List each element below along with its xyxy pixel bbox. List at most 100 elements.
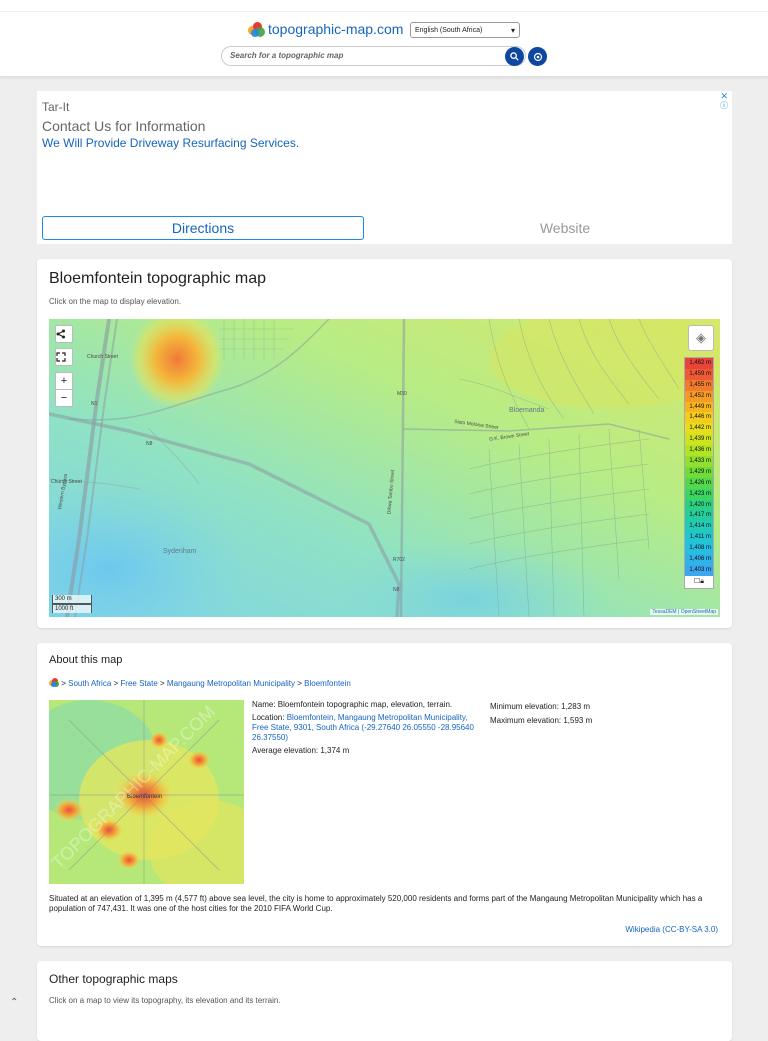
lock-icon: 🔒︎	[700, 577, 704, 585]
breadcrumb-item[interactable]: Free State	[120, 679, 157, 688]
legend-entry: 1,429 m	[685, 466, 713, 478]
info-min-elevation: Minimum elevation: 1,283 m	[490, 702, 591, 711]
header-top-divider	[0, 11, 768, 12]
thumbnail-canvas[interactable]: Bloemfontein TOPOGRAPHIC-MAP.COM	[49, 700, 244, 884]
breadcrumb-separator: >	[113, 679, 119, 688]
chevron-down-icon: ▾	[510, 26, 515, 35]
breadcrumb-item[interactable]: Bloemfontein	[304, 679, 351, 688]
ad-description[interactable]: We Will Provide Driveway Resurfacing Ser…	[42, 136, 299, 150]
map-thumbnail[interactable]: Bloemfontein TOPOGRAPHIC-MAP.COM	[49, 700, 244, 884]
fullscreen-icon	[56, 352, 66, 362]
ad-headline[interactable]: Contact Us for Information	[42, 118, 205, 134]
label-m30: M30	[397, 391, 407, 397]
layers-icon: ◈	[696, 330, 706, 345]
site-name: topographic-map.com	[268, 21, 404, 37]
breadcrumb-separator: >	[160, 679, 165, 688]
advertisement[interactable]: Tar-It Contact Us for Information We Wil…	[37, 91, 732, 244]
site-logo[interactable]: topographic-map.com	[248, 21, 403, 37]
map-canvas[interactable]	[49, 319, 720, 617]
map-elevation-stats: Minimum elevation: 1,283 m Maximum eleva…	[490, 700, 720, 728]
topographic-map[interactable]: Church Street Church Street N1 N8 M30 R7…	[49, 319, 720, 617]
legend-entry: 1,452 m	[685, 390, 713, 402]
search-icon	[510, 52, 519, 61]
scale-metric: 300 m	[52, 595, 92, 604]
fullscreen-button[interactable]	[55, 348, 73, 366]
legend-entry: 1,414 m	[685, 521, 713, 533]
share-button[interactable]	[55, 325, 73, 343]
ad-info-icon[interactable]: ⓘ	[720, 100, 728, 111]
legend-entry: 1,420 m	[685, 499, 713, 511]
legend-entry: 1,426 m	[685, 477, 713, 489]
map-info: Name: Bloemfontein topographic map, elev…	[252, 700, 482, 759]
legend-entry: 1,449 m	[685, 401, 713, 413]
info-location-label: Location:	[252, 713, 285, 722]
breadcrumb-separator: >	[297, 679, 302, 688]
ad-directions-button[interactable]: Directions	[42, 216, 364, 240]
other-maps-card: Other topographic maps Click on a map to…	[37, 961, 732, 1041]
map-attribution: TessaDEM | OpenStreetMap	[650, 609, 718, 615]
language-value: English (South Africa)	[415, 27, 483, 34]
logo-icon[interactable]	[49, 678, 59, 687]
locate-button[interactable]	[528, 47, 547, 66]
info-average-elevation: Average elevation: 1,374 m	[252, 746, 350, 755]
location-icon	[533, 52, 542, 61]
ad-brand: Tar-It	[42, 100, 70, 114]
breadcrumb: > South Africa > Free State > Mangaung M…	[49, 678, 351, 688]
site-header: topographic-map.com English (South Afric…	[0, 0, 768, 77]
info-name: Name: Bloemfontein topographic map, elev…	[252, 700, 453, 709]
legend-rows: 1,462 m 1,459 m 1,455 m 1,452 m 1,449 m 1,446…	[685, 358, 713, 576]
attribution-tessadem[interactable]: TessaDEM	[652, 609, 676, 615]
legend-entry: 1,459 m	[685, 368, 713, 380]
map-card: Bloemfontein topographic map Click on th…	[37, 259, 732, 628]
legend-entry: 1,423 m	[685, 488, 713, 500]
legend-entry: 1,406 m	[685, 554, 713, 565]
info-location: Location: Bloemfontein, Mangaung Metropo…	[252, 713, 482, 743]
label-r702: R702	[393, 557, 405, 563]
map-subtitle: Click on the map to display elevation.	[49, 297, 182, 306]
language-select[interactable]: English (South Africa) ▾	[410, 22, 520, 38]
legend-entry: 1,462 m	[685, 358, 713, 369]
share-icon	[56, 329, 65, 339]
logo-icon	[248, 21, 265, 37]
attribution-osm[interactable]: OpenStreetMap	[681, 609, 716, 615]
label-n8-lower: N8	[393, 587, 400, 593]
elevation-legend: 1,462 m 1,459 m 1,455 m 1,452 m 1,449 m 1,446…	[684, 357, 714, 589]
legend-entry: 1,411 m	[685, 532, 713, 544]
about-card: About this map > South Africa > Free Sta…	[37, 643, 732, 946]
zoom-out-button[interactable]: −	[55, 389, 73, 407]
chevron-up-icon[interactable]: ⌃	[10, 997, 18, 1008]
legend-entry: 1,403 m	[685, 564, 713, 576]
legend-entry: 1,455 m	[685, 379, 713, 391]
breadcrumb-separator: >	[61, 679, 66, 688]
legend-entry: 1,439 m	[685, 434, 713, 446]
breadcrumb-item[interactable]: South Africa	[68, 679, 111, 688]
city-description: Situated at an elevation of 1,395 m (4,5…	[49, 894, 703, 913]
legend-entry: 1,436 m	[685, 445, 713, 457]
legend-entry: 1,446 m	[685, 412, 713, 424]
other-maps-title: Other topographic maps	[49, 972, 178, 986]
label-n1-top: N1	[91, 401, 98, 407]
search-placeholder: Search for a topographic map	[230, 51, 344, 60]
scale-imperial: 1000 ft	[52, 604, 92, 613]
label-sydenham: Sydenham	[163, 548, 197, 555]
map-scale: 300 m 1000 ft	[52, 595, 92, 613]
label-n8: N8	[146, 441, 153, 447]
breadcrumb-item[interactable]: Mangaung Metropolitan Municipality	[167, 679, 295, 688]
other-maps-subtitle: Click on a map to view its topography, i…	[49, 996, 281, 1005]
info-location-link[interactable]: Bloemfontein, Mangaung Metropolitan Muni…	[252, 713, 474, 742]
legend-lock-toggle[interactable]: ☐🔒︎	[685, 575, 713, 588]
legend-entry: 1,433 m	[685, 456, 713, 467]
search-button[interactable]	[505, 47, 524, 66]
info-max-elevation: Maximum elevation: 1,593 m	[490, 716, 593, 725]
layers-button[interactable]: ◈	[688, 325, 714, 351]
legend-entry: 1,442 m	[685, 423, 713, 435]
wikipedia-link[interactable]: Wikipedia (CC-BY-SA 3.0)	[625, 925, 718, 934]
label-bloemanda: Bloemanda	[509, 407, 545, 414]
label-church-street-top: Church Street	[87, 354, 118, 360]
about-title: About this map	[49, 654, 123, 666]
search-input[interactable]: Search for a topographic map	[221, 46, 526, 66]
legend-entry: 1,408 m	[685, 543, 713, 555]
zoom-in-button[interactable]: +	[55, 372, 73, 390]
ad-website-button[interactable]: Website	[404, 216, 726, 240]
legend-entry: 1,417 m	[685, 510, 713, 522]
